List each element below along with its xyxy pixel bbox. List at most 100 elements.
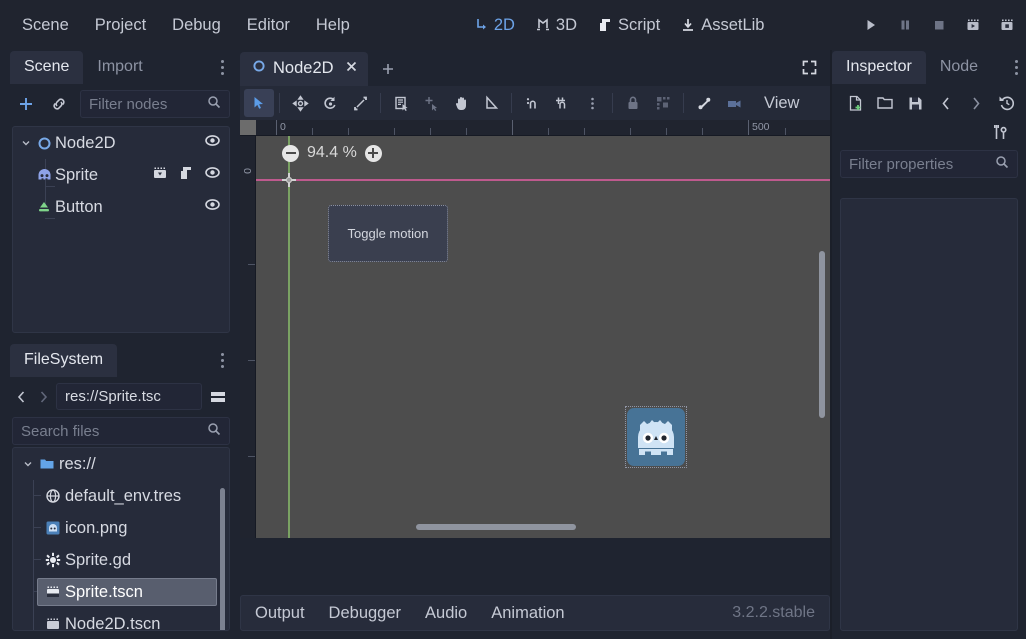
filesystem-row-sprite-gd[interactable]: Sprite.gd [13,544,229,576]
plus-icon[interactable] [14,91,38,117]
history-back-button[interactable] [931,90,961,116]
scale-mode-button[interactable] [345,89,375,117]
filesystem-row-node2d-tscn[interactable]: Node2D.tscn [13,608,229,631]
toggle-motion-button[interactable]: Toggle motion [328,205,448,262]
zoom-level-label[interactable]: 94.4 % [307,144,357,162]
overflow-dots-icon[interactable] [220,60,224,75]
new-scene-tab-button[interactable] [368,55,408,86]
mode-button-3d[interactable]: 3D [526,12,586,39]
filesystem-row-res[interactable]: res:// [13,448,229,480]
scene-tree-row-sprite[interactable]: Sprite [13,159,229,191]
snap-options-button[interactable] [577,89,607,117]
search-files-placeholder: Search files [21,423,207,440]
save-resource-button[interactable] [901,90,931,116]
grid-snap-button[interactable] [547,89,577,117]
rotate-mode-button[interactable] [315,89,345,117]
bottom-panel-debugger[interactable]: Debugger [319,600,411,627]
filesystem-path-input[interactable]: res://Sprite.tsc [56,383,202,410]
visibility-eye-icon[interactable] [204,164,221,186]
godot-sprite[interactable] [625,406,687,468]
pause-button[interactable] [890,11,920,39]
scene-row-icons [204,127,221,159]
split-layout-icon[interactable] [206,384,230,410]
search-files-input[interactable]: Search files [12,417,230,445]
close-icon[interactable] [345,59,358,78]
ruler-mode-button[interactable] [476,89,506,117]
bottom-panel-animation[interactable]: Animation [481,600,574,627]
mode-button-script[interactable]: Script [588,12,669,39]
scene-tree-row-node2d[interactable]: Node2D [13,127,229,159]
select-mode-button[interactable] [244,89,274,117]
filesystem-row-sprite-tscn[interactable]: Sprite.tscn [13,576,229,608]
group-button[interactable] [648,89,678,117]
vertical-ruler[interactable]: 0 [240,136,256,538]
scene-dock-tabs: Scene Import [10,50,232,84]
list-select-button[interactable] [386,89,416,117]
ruler-corner [240,120,256,136]
menu-editor[interactable]: Editor [235,11,302,39]
menu-debug[interactable]: Debug [160,11,233,39]
chevron-left-icon[interactable] [12,385,30,409]
engine-version-label[interactable]: 3.2.2.stable [732,604,815,622]
pivot-mode-button[interactable] [416,89,446,117]
canvas-2d-surface[interactable]: 94.4 % Toggle motion [256,136,830,538]
mode-button-2d[interactable]: 2D [464,12,524,39]
zoom-in-icon[interactable] [365,145,382,162]
scene-icon [41,584,65,600]
chevron-right-icon[interactable] [34,385,52,409]
filesystem-row-default-env[interactable]: default_env.tres [13,480,229,512]
new-resource-button[interactable] [840,90,870,116]
view-menu-button[interactable]: View [755,90,808,117]
lock-button[interactable] [618,89,648,117]
menu-help[interactable]: Help [304,11,362,39]
script-icon[interactable] [178,165,194,186]
mode-label-assetlib: AssetLib [701,16,764,35]
filesystem-row-icon-png[interactable]: icon.png [13,512,229,544]
history-button[interactable] [992,90,1022,116]
sprite-icon [33,167,55,184]
open-scene-icon[interactable] [152,165,168,186]
play-scene-button[interactable] [958,11,988,39]
visibility-eye-icon[interactable] [204,196,221,218]
visibility-eye-icon[interactable] [204,132,221,154]
filter-nodes-input[interactable]: Filter nodes [80,90,230,118]
scene-tree-row-button[interactable]: Button [13,191,229,223]
load-resource-button[interactable] [870,90,900,116]
tools-icon[interactable] [988,120,1012,144]
camera-override-button[interactable] [719,89,749,117]
tab-filesystem[interactable]: FileSystem [10,344,117,377]
move-mode-button[interactable] [285,89,315,117]
overflow-dots-icon[interactable] [1014,60,1018,75]
pan-mode-button[interactable] [446,89,476,117]
distraction-free-button[interactable] [801,59,818,81]
overflow-dots-icon[interactable] [220,353,224,368]
filter-properties-input[interactable]: Filter properties [840,150,1018,178]
tab-scene[interactable]: Scene [10,51,83,84]
horizontal-ruler[interactable]: 0 500 [240,120,830,136]
chevron-down-icon[interactable] [19,138,33,148]
bottom-panel-audio[interactable]: Audio [415,600,477,627]
menu-project[interactable]: Project [83,11,158,39]
menu-scene[interactable]: Scene [10,11,81,39]
zoom-out-icon[interactable] [282,145,299,162]
tab-inspector[interactable]: Inspector [832,51,926,84]
smart-snap-button[interactable] [517,89,547,117]
canvas-vertical-scrollbar[interactable] [819,251,825,418]
play-custom-scene-button[interactable] [992,11,1022,39]
play-button[interactable] [856,11,886,39]
skeleton-button[interactable] [689,89,719,117]
chevron-down-icon[interactable] [21,459,35,469]
bottom-panel-output[interactable]: Output [245,600,315,627]
canvas-horizontal-scrollbar[interactable] [416,524,576,530]
history-forward-button[interactable] [961,90,991,116]
stop-button[interactable] [924,11,954,39]
tab-import[interactable]: Import [83,51,156,84]
scene-tree-toolbar: Filter nodes [10,84,232,125]
ruler-label-vertical-0: 0 [242,168,254,174]
chain-link-icon[interactable] [47,91,71,117]
scene-tab-node2d[interactable]: Node2D [240,52,368,86]
canvas-viewport[interactable]: 0 94.4 % [240,136,830,538]
mode-button-assetlib[interactable]: AssetLib [671,12,773,39]
tab-node[interactable]: Node [926,51,992,84]
canvas-origin-handle[interactable] [282,173,296,187]
